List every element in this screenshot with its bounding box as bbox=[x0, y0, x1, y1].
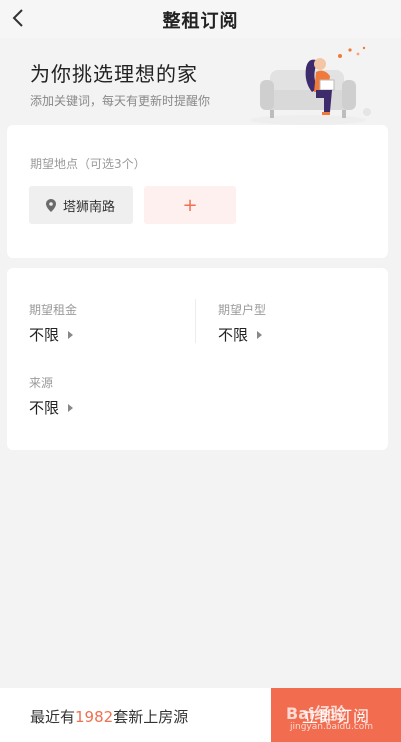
new-listings-count: 1982 bbox=[75, 708, 114, 726]
layout-preference[interactable]: 期望户型 不限 bbox=[218, 301, 368, 345]
hero-subheading: 添加关键词，每天有更新时提醒你 bbox=[30, 94, 211, 108]
woman-on-sofa-illustration bbox=[246, 44, 376, 126]
caret-right-icon bbox=[257, 330, 263, 339]
location-label: 期望地点（可选3个） bbox=[30, 157, 146, 171]
rent-value-row: 不限 bbox=[29, 324, 179, 345]
source-value-row: 不限 bbox=[29, 397, 179, 418]
location-card: 期望地点（可选3个） 塔狮南路 + bbox=[7, 125, 388, 258]
caret-right-icon bbox=[68, 403, 74, 412]
new-listings-prefix: 最近有 bbox=[30, 708, 76, 726]
caret-right-icon bbox=[68, 330, 74, 339]
source-value: 不限 bbox=[29, 399, 60, 417]
source-preference[interactable]: 来源 不限 bbox=[29, 374, 179, 418]
new-listings-text: 最近有1982套新上房源 bbox=[30, 706, 188, 727]
rent-label: 期望租金 bbox=[29, 303, 78, 317]
rent-preference[interactable]: 期望租金 不限 bbox=[29, 301, 179, 345]
add-location-button[interactable]: + bbox=[144, 186, 236, 224]
rent-value: 不限 bbox=[29, 326, 60, 344]
location-chip-label: 塔狮南路 bbox=[63, 199, 116, 215]
new-listings-suffix: 套新上房源 bbox=[113, 708, 189, 726]
divider bbox=[195, 299, 196, 343]
preferences-card: 期望租金 不限 期望户型 不限 来源 不限 bbox=[7, 268, 388, 450]
layout-label: 期望户型 bbox=[218, 303, 267, 317]
layout-value: 不限 bbox=[218, 326, 249, 344]
map-pin-icon bbox=[45, 198, 57, 212]
hero-heading: 为你挑选理想的家 bbox=[30, 62, 198, 86]
top-nav-bar: 整租订阅 bbox=[0, 0, 401, 38]
bottom-action-bar: 最近有1982套新上房源 立即订阅 bbox=[0, 688, 401, 742]
page-title: 整租订阅 bbox=[162, 11, 239, 32]
hero-banner: 为你挑选理想的家 添加关键词，每天有更新时提醒你 bbox=[0, 38, 401, 128]
subscribe-button[interactable]: 立即订阅 bbox=[271, 688, 401, 742]
source-label: 来源 bbox=[29, 376, 54, 390]
location-chip[interactable]: 塔狮南路 bbox=[29, 186, 133, 224]
layout-value-row: 不限 bbox=[218, 324, 368, 345]
subscription-screen: 整租订阅 为你挑选理想的家 添加关键词，每天有更新时提醒你 期望地点（可选3个）… bbox=[0, 0, 401, 742]
